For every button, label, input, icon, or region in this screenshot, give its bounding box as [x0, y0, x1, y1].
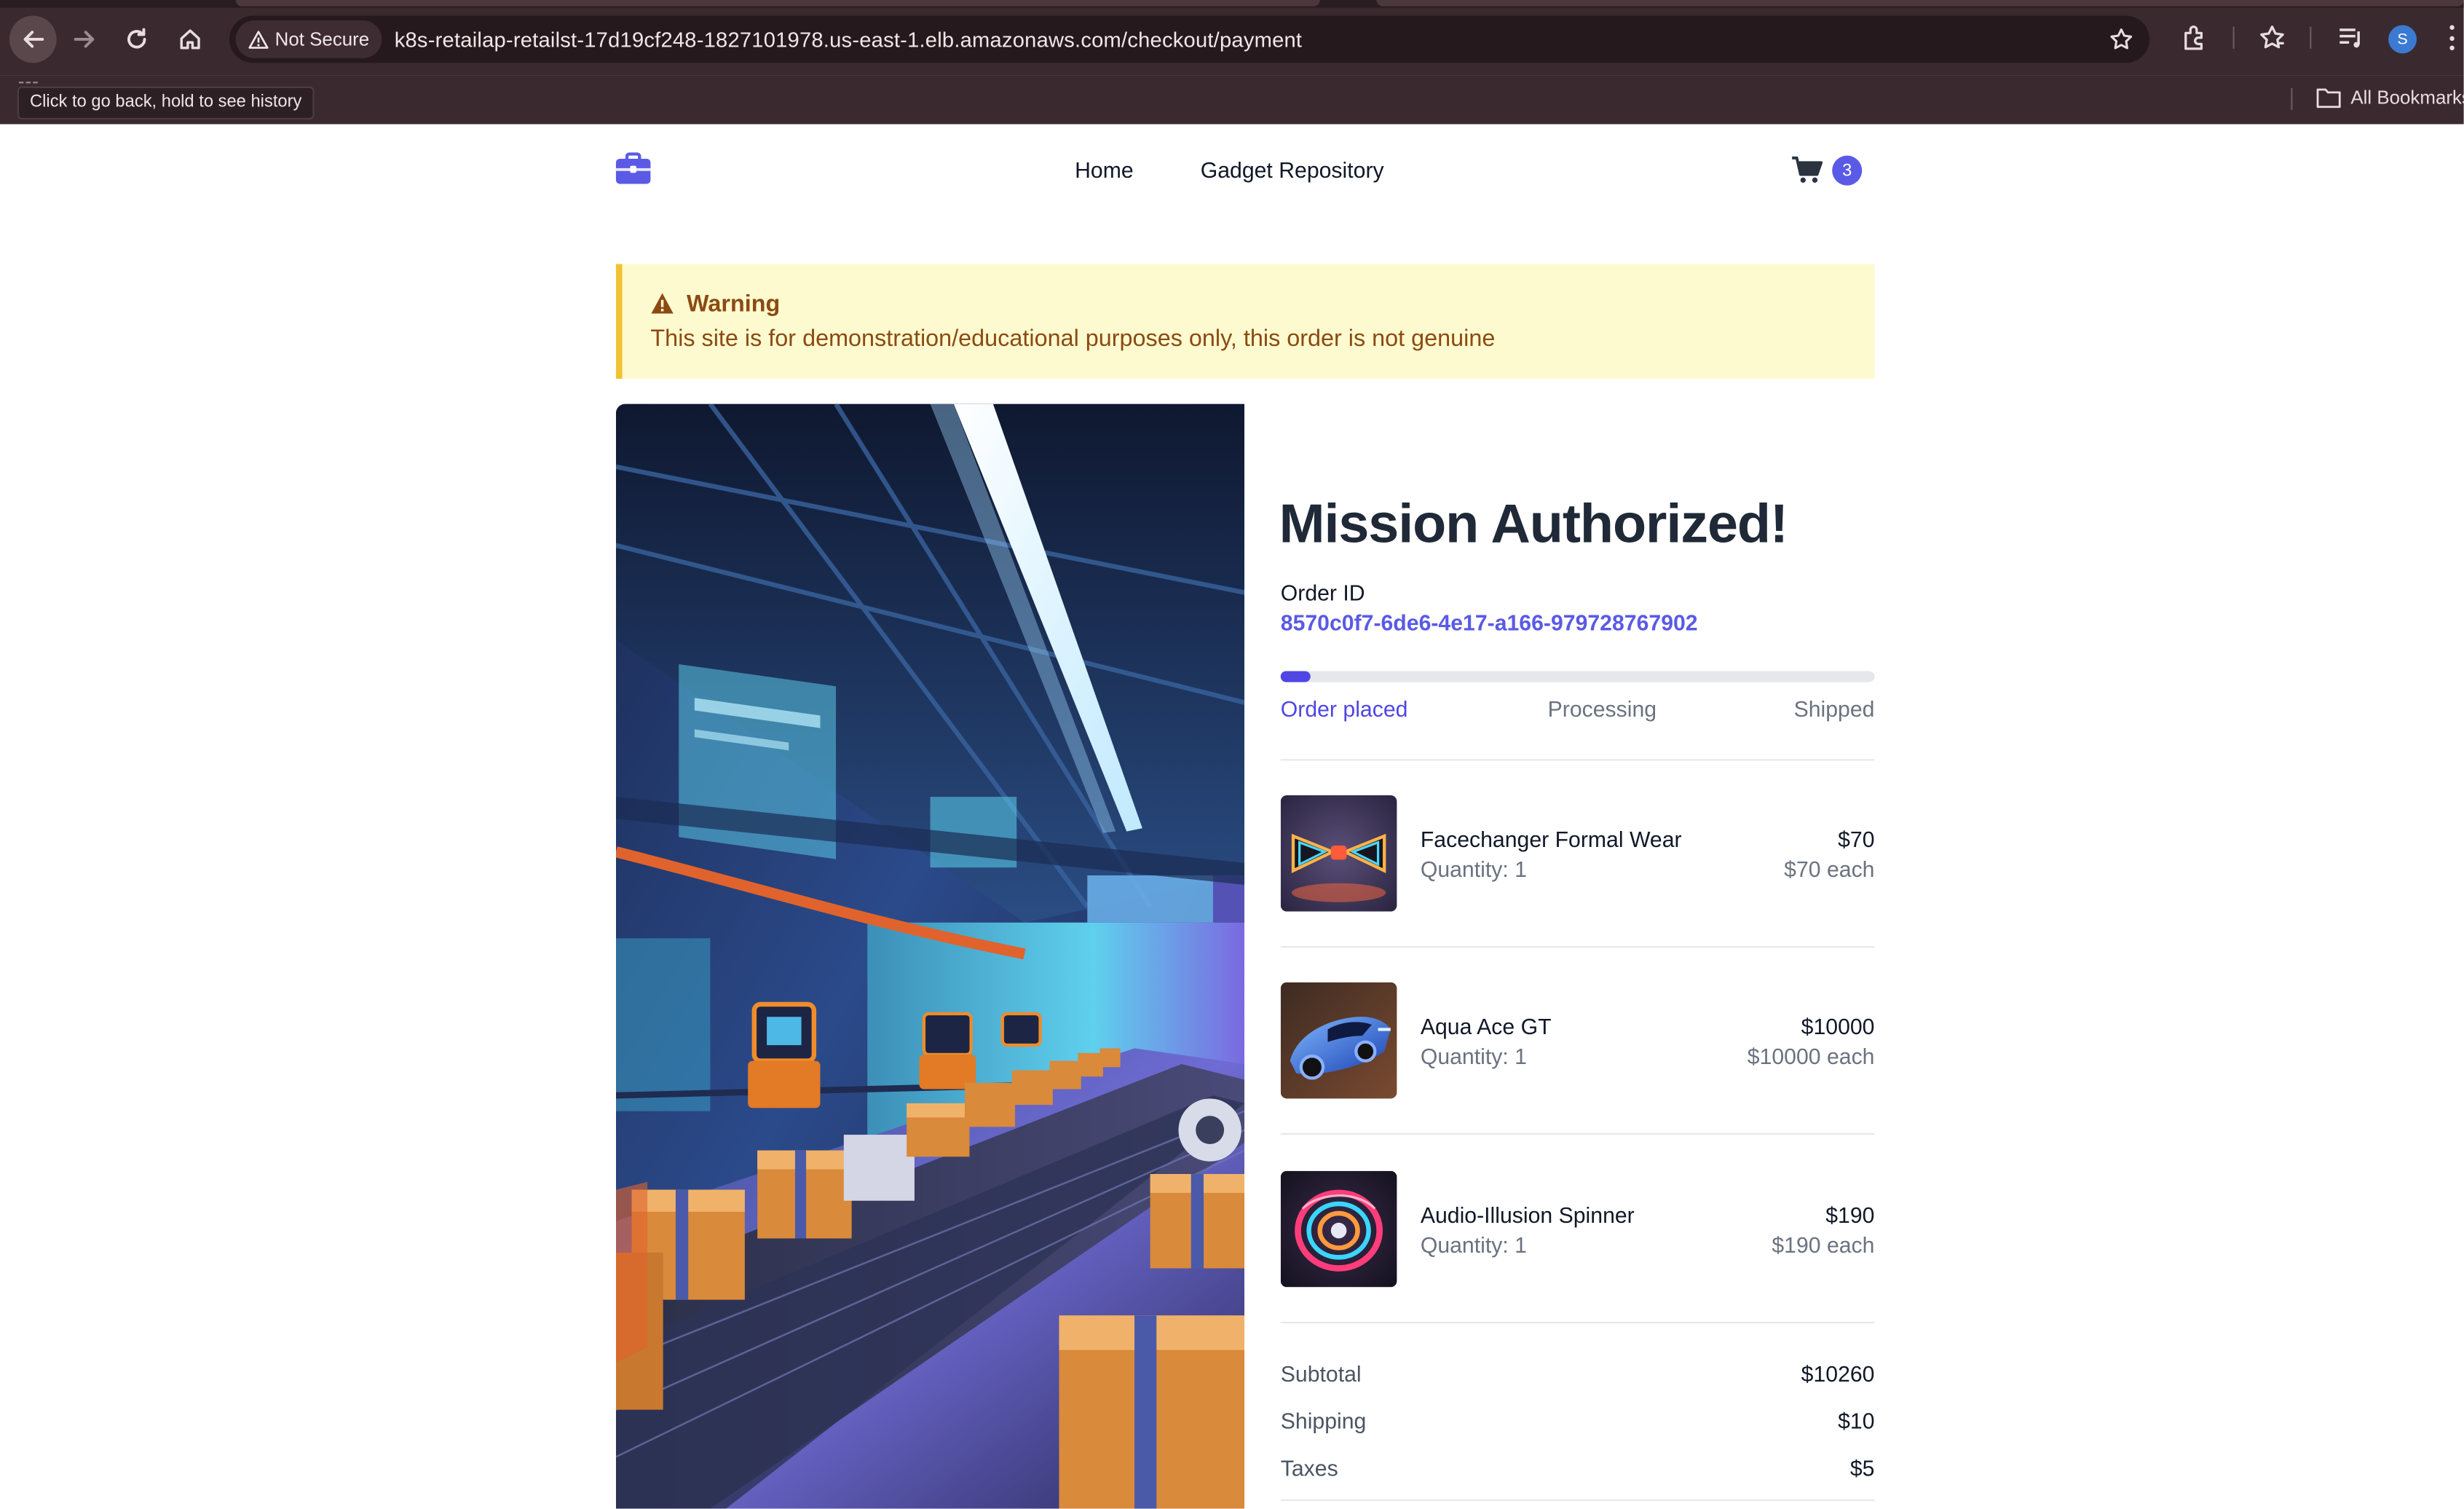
item-price: $190	[1825, 1202, 1875, 1228]
briefcase-logo-icon[interactable]	[615, 151, 652, 187]
arrow-right-icon	[74, 31, 95, 48]
warning-title: Warning	[687, 291, 781, 318]
section-divider	[1280, 1499, 1875, 1501]
shopping-cart-icon[interactable]	[1791, 156, 1823, 184]
nav-home-link[interactable]: Home	[1075, 157, 1134, 183]
warning-triangle-icon	[248, 30, 269, 48]
section-divider	[1280, 1321, 1875, 1324]
subtotal-value: $10260	[1801, 1360, 1875, 1387]
starred-icon[interactable]	[2258, 23, 2286, 52]
shipping-row: Shipping $10	[1281, 1408, 1875, 1440]
item-unit-price: $10000 each	[1747, 1043, 1875, 1069]
security-indicator[interactable]: Not Secure	[235, 20, 382, 58]
reload-button[interactable]	[113, 16, 160, 63]
all-bookmarks-label: All Bookmarks	[2350, 86, 2464, 109]
order-progress-fill	[1280, 671, 1311, 682]
toolbar-separator	[2232, 26, 2235, 49]
address-bar[interactable]: Not Secure k8s-retailap-retailst-17d19cf…	[229, 15, 2150, 63]
item-quantity: Quantity: 1	[1420, 1232, 1527, 1258]
item-name[interactable]: Audio-Illusion Spinner	[1421, 1202, 1635, 1228]
home-icon	[180, 29, 200, 50]
step-shipped: Shipped	[1793, 696, 1875, 722]
bookmark-star-icon[interactable]	[2109, 27, 2134, 52]
security-label: Not Secure	[275, 28, 370, 51]
shipping-value: $10	[1838, 1408, 1875, 1434]
taxes-label: Taxes	[1280, 1455, 1338, 1481]
demo-warning-banner: Warning This site is for demonstration/e…	[615, 264, 1875, 379]
extensions-icon[interactable]	[2181, 23, 2209, 52]
order-item: Aqua Ace GT Quantity: 1 $10000 $10000 ea…	[1280, 982, 1875, 1100]
section-divider	[1280, 759, 1875, 761]
order-id-value: 8570c0f7-6de6-4e17-a166-979728767902	[1280, 610, 1698, 635]
back-button[interactable]	[9, 15, 57, 63]
taxes-value: $5	[1849, 1455, 1875, 1481]
warehouse-conveyor-image	[615, 403, 1245, 1509]
url-text[interactable]: k8s-retailap-retailst-17d19cf248-1827101…	[395, 28, 1303, 51]
browser-tab[interactable]	[1376, 0, 2464, 7]
shipping-label: Shipping	[1280, 1408, 1367, 1434]
tooltip-pointer	[18, 82, 38, 84]
folder-icon	[2316, 88, 2341, 109]
profile-avatar[interactable]: S	[2388, 25, 2417, 54]
sports-car-image[interactable]	[1280, 982, 1397, 1099]
step-processing: Processing	[1547, 696, 1657, 722]
forward-button[interactable]	[61, 16, 108, 63]
warning-message: This site is for demonstration/education…	[650, 325, 1496, 352]
order-item: Audio-Illusion Spinner Quantity: 1 $190 …	[1280, 1170, 1875, 1289]
reload-icon	[127, 28, 146, 49]
step-order-placed: Order placed	[1280, 696, 1408, 722]
section-divider	[1280, 946, 1875, 948]
order-id-label: Order ID	[1280, 580, 1365, 605]
cart-count-badge[interactable]: 3	[1832, 155, 1863, 186]
spinner-image[interactable]	[1280, 1170, 1397, 1288]
media-queue-icon[interactable]	[2337, 23, 2365, 52]
item-name[interactable]: Aqua Ace GT	[1421, 1014, 1552, 1039]
order-item: Facechanger Formal Wear Quantity: 1 $70 …	[1280, 795, 1875, 913]
browser-menu-icon[interactable]	[2448, 25, 2455, 51]
browser-tab[interactable]	[235, 0, 1320, 7]
browser-toolbar: Not Secure k8s-retailap-retailst-17d19cf…	[0, 0, 2464, 76]
order-progress-bar	[1280, 671, 1875, 682]
section-divider	[1280, 1132, 1875, 1135]
nav-gadget-repository-link[interactable]: Gadget Repository	[1201, 157, 1384, 183]
item-unit-price: $70 each	[1784, 856, 1875, 882]
item-quantity: Quantity: 1	[1420, 856, 1527, 882]
subtotal-row: Subtotal $10260	[1281, 1361, 1875, 1392]
item-name[interactable]: Facechanger Formal Wear	[1421, 827, 1682, 852]
all-bookmarks-button[interactable]: All Bookmarks	[2316, 87, 2464, 109]
item-price: $10000	[1801, 1013, 1875, 1039]
subtotal-label: Subtotal	[1280, 1360, 1362, 1387]
item-price: $70	[1838, 827, 1875, 852]
item-unit-price: $190 each	[1772, 1232, 1875, 1258]
taxes-row: Taxes $5	[1281, 1455, 1875, 1486]
home-button[interactable]	[167, 16, 214, 63]
warning-icon	[651, 293, 674, 314]
item-quantity: Quantity: 1	[1420, 1043, 1527, 1069]
bookmarks-bar: All Bookmarks	[0, 75, 2464, 125]
bookmarks-separator	[2291, 87, 2293, 111]
back-button-tooltip: Click to go back, hold to see history	[17, 86, 315, 120]
arrow-left-icon	[23, 31, 44, 48]
confirmation-title: Mission Authorized!	[1279, 493, 1788, 555]
bowtie-image[interactable]	[1280, 795, 1397, 912]
toolbar-separator	[2310, 26, 2312, 49]
